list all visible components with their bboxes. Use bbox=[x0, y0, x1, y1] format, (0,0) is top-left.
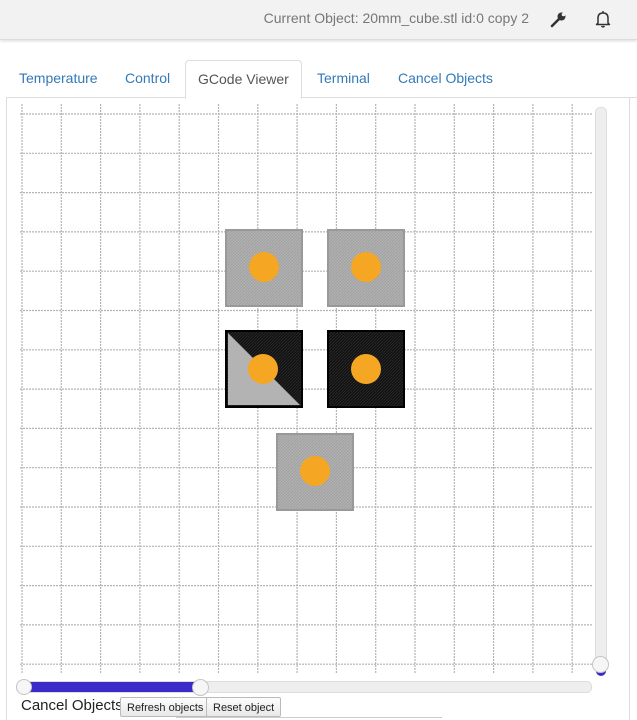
tab-temperature[interactable]: Temperature bbox=[7, 60, 110, 96]
print-object-5[interactable] bbox=[276, 433, 354, 511]
print-object-4[interactable] bbox=[327, 330, 405, 408]
layer-slider-track[interactable] bbox=[595, 107, 607, 669]
tab-terminal[interactable]: Terminal bbox=[305, 60, 382, 96]
print-object-3[interactable] bbox=[225, 330, 303, 408]
gcode-viewer-canvas[interactable] bbox=[20, 104, 592, 674]
layer-slider-handle[interactable] bbox=[592, 656, 609, 673]
build-plate-grid bbox=[20, 104, 592, 674]
progress-slider-end-handle[interactable] bbox=[192, 679, 209, 696]
tab-cancel-objects[interactable]: Cancel Objects bbox=[386, 60, 505, 96]
tab-gcode-viewer[interactable]: GCode Viewer bbox=[185, 60, 302, 99]
object-marker[interactable] bbox=[351, 252, 381, 282]
object-marker[interactable] bbox=[300, 456, 330, 486]
top-navbar: Current Object: 20mm_cube.stl id:0 copy … bbox=[0, 0, 637, 40]
refresh-objects-button[interactable]: Refresh objects bbox=[120, 697, 211, 717]
table-top-border bbox=[176, 717, 442, 718]
reset-object-button[interactable]: Reset object bbox=[206, 697, 282, 717]
progress-slider-fill bbox=[17, 682, 200, 692]
progress-slider-start-handle[interactable] bbox=[16, 679, 32, 695]
print-object-2[interactable] bbox=[327, 229, 405, 307]
cancel-objects-label: Cancel Objects bbox=[21, 697, 123, 714]
current-object-status: Current Object: 20mm_cube.stl id:0 copy … bbox=[263, 10, 529, 26]
wrench-icon[interactable] bbox=[548, 9, 570, 29]
bell-icon[interactable] bbox=[592, 9, 614, 29]
object-marker[interactable] bbox=[351, 354, 381, 384]
print-object-1[interactable] bbox=[225, 229, 303, 307]
object-marker[interactable] bbox=[248, 354, 278, 384]
tab-control[interactable]: Control bbox=[113, 60, 182, 96]
object-marker[interactable] bbox=[249, 252, 279, 282]
